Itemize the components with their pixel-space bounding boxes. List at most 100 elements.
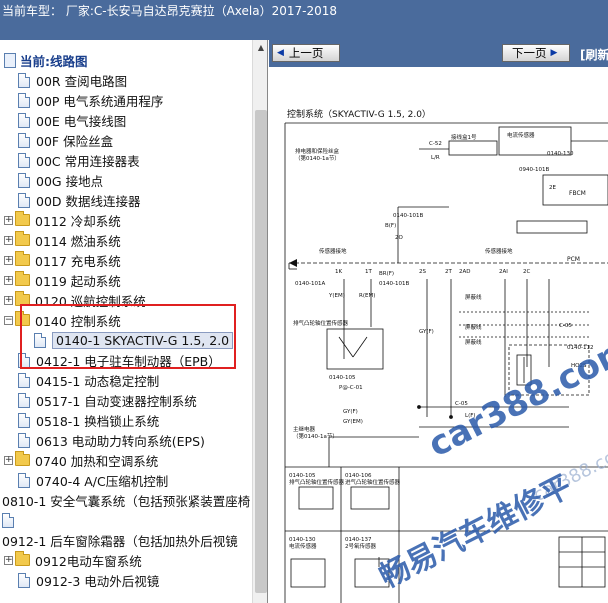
tree-folder-label: 0114 燃油系统 <box>35 233 121 249</box>
diagram-label: GY(EM) <box>343 419 363 425</box>
current-vehicle-title: 当前车型： 厂家:C-长安马自达昂克赛拉（Axela）2017-2018 <box>2 4 337 18</box>
diagram-label: 0140-106 <box>345 473 372 479</box>
tree-item-00c[interactable]: 00C 常用连接器表 <box>18 150 140 170</box>
diagram-label: Y(EM) <box>328 293 345 299</box>
diagram-label: C-52 <box>429 141 442 147</box>
diagram-label: 2O <box>395 235 403 241</box>
expand-toggle[interactable]: + <box>4 215 13 225</box>
diagram-label: 电流传感器 <box>507 131 535 139</box>
diagram-label: 2C <box>523 269 530 275</box>
diagram-label: 电流传感器 <box>289 542 317 550</box>
diagram-label: 2AD <box>459 269 471 275</box>
tree-folder-label: 0740 加热和空调系统 <box>35 453 159 469</box>
document-icon <box>2 512 14 528</box>
tree-item-0415-1[interactable]: 0415-1 动态稳定控制 <box>18 370 159 390</box>
right-arrow-icon: ▶ <box>550 48 558 58</box>
scroll-up-arrow-icon[interactable]: ▲ <box>253 40 267 56</box>
folder-icon <box>15 451 30 466</box>
prev-page-button[interactable]: ◀ 上一页 <box>272 44 340 62</box>
document-icon <box>18 152 30 168</box>
diagram-label: 0140-101B <box>393 213 423 219</box>
navigation-tree-pane: 当前:线路图 00R 查阅电路图 00P 电气系统通用程序 00E 电气接线图 … <box>0 40 268 603</box>
tree-item-label: 00R 查阅电路图 <box>36 73 128 89</box>
tree-item-label: 0415-1 动态稳定控制 <box>36 373 160 389</box>
diagram-label: C-05 <box>559 323 572 329</box>
tree-item-00r[interactable]: 00R 查阅电路图 <box>18 70 127 90</box>
diagram-label: 2AI <box>499 269 508 275</box>
refresh-link[interactable]: [刷新 <box>580 46 608 63</box>
document-icon <box>18 192 30 208</box>
root-doc-icon <box>4 52 16 68</box>
tree-item-0810-1-doc[interactable] <box>2 510 20 530</box>
document-icon <box>18 172 30 188</box>
tree-root-label: 当前:线路图 <box>20 53 88 69</box>
tree-item-label: 0912-3 电动外后视镜 <box>36 573 160 589</box>
expand-toggle[interactable]: + <box>4 235 13 245</box>
tree-folder-label: 0117 充电系统 <box>35 253 121 269</box>
tree-item-0613[interactable]: 0613 电动助力转向系统(EPS) <box>18 430 205 450</box>
tree-vertical-scrollbar[interactable]: ▲ <box>252 40 267 603</box>
tree-folder-0117[interactable]: + 0117 充电系统 <box>4 250 121 270</box>
expand-toggle[interactable]: + <box>4 275 13 285</box>
viewer-toolbar: ◀ 上一页 下一页 ▶ [刷新 <box>269 40 608 67</box>
diagram-label: 0140-130 <box>547 151 574 157</box>
tree-root[interactable]: 当前:线路图 <box>4 50 88 70</box>
diagram-label: 进气凸轮轴位置传感器 <box>345 478 401 486</box>
tree-item-00g[interactable]: 00G 接地点 <box>18 170 103 190</box>
tree-item-0912-1[interactable]: 0912-1 后车窗除霜器（包括加热外后视镜 <box>2 530 238 550</box>
tree-folder-label: 0912电动车窗系统 <box>35 553 142 569</box>
title-bar: 当前车型： 厂家:C-长安马自达昂克赛拉（Axela）2017-2018 <box>0 0 608 40</box>
diagram-label: 传感器接地 <box>319 247 347 255</box>
diagram-label: 1T <box>365 269 372 275</box>
tree-item-0740-4[interactable]: 0740-4 A/C压缩机控制 <box>18 470 168 490</box>
folder-icon <box>15 231 30 246</box>
document-icon <box>18 372 30 388</box>
diagram-label: GY(F) <box>419 329 434 335</box>
diagram-label: 0140-137 <box>345 537 372 543</box>
expand-toggle[interactable]: + <box>4 555 13 565</box>
collapse-toggle[interactable]: − <box>4 315 13 325</box>
tree-item-0810-1[interactable]: 0810-1 安全气囊系统（包括预张紧装置座椅 <box>2 490 250 510</box>
tree-item-00f[interactable]: 00F 保险丝盒 <box>18 130 113 150</box>
diagram-label: BR(F) <box>379 271 394 277</box>
next-page-label: 下一页 <box>512 46 547 60</box>
prev-page-label: 上一页 <box>288 46 324 60</box>
tree-folder-0114[interactable]: + 0114 燃油系统 <box>4 230 121 250</box>
diagram-label: 0140-105 <box>289 473 316 479</box>
tree-folder-0912[interactable]: + 0912电动车窗系统 <box>4 550 142 570</box>
tree-folder-0112[interactable]: + 0112 冷却系统 <box>4 210 121 230</box>
tree-folder-0740[interactable]: + 0740 加热和空调系统 <box>4 450 158 470</box>
folder-icon <box>15 551 30 566</box>
folder-icon <box>15 211 30 226</box>
tree-item-0912-3[interactable]: 0912-3 电动外后视镜 <box>18 570 159 590</box>
diagram-label: 0140-101B <box>379 281 409 287</box>
diagram-label: PCM <box>567 256 580 263</box>
tree-item-00p[interactable]: 00P 电气系统通用程序 <box>18 90 163 110</box>
expand-toggle[interactable]: + <box>4 255 13 265</box>
scrollbar-thumb[interactable] <box>255 110 267 593</box>
diagram-label: 排电器和保险丝盒 <box>295 147 340 155</box>
tree-item-label: 00G 接地点 <box>36 173 104 189</box>
diagram-label: B(F) <box>385 223 396 229</box>
expand-toggle[interactable]: + <box>4 455 13 465</box>
diagram-label: 屏蔽线 <box>465 323 482 331</box>
tree-item-00d[interactable]: 00D 数据线连接器 <box>18 190 141 210</box>
tree-item-label: 0912-1 后车窗除霜器（包括加热外后视镜 <box>2 533 238 549</box>
document-icon <box>18 412 30 428</box>
tree-item-00e[interactable]: 00E 电气接线图 <box>18 110 126 130</box>
wiring-diagram-page: 控制系统（SKYACTIV-G 1.5, 2.0） 电流传感器 接线盒1号 排电… <box>269 67 608 603</box>
document-icon <box>18 92 30 108</box>
diagram-label: 主继电器 <box>293 425 316 433</box>
folder-icon <box>15 251 30 266</box>
tree-item-label: 00E 电气接线图 <box>36 113 127 129</box>
diagram-label: R(EM) <box>359 293 375 299</box>
tree-item-0518-1[interactable]: 0518-1 换档锁止系统 <box>18 410 159 430</box>
folder-icon <box>15 271 30 286</box>
next-page-button[interactable]: 下一页 ▶ <box>502 44 570 62</box>
diagram-label: 排气凸轮轴位置传感器 <box>293 319 349 327</box>
diagram-label: 接线盒1号 <box>451 133 477 141</box>
expand-toggle[interactable]: + <box>4 295 13 305</box>
tree-folder-0119[interactable]: + 0119 起动系统 <box>4 270 121 290</box>
selection-highlight-box <box>20 304 236 369</box>
tree-item-0517-1[interactable]: 0517-1 自动变速器控制系统 <box>18 390 197 410</box>
